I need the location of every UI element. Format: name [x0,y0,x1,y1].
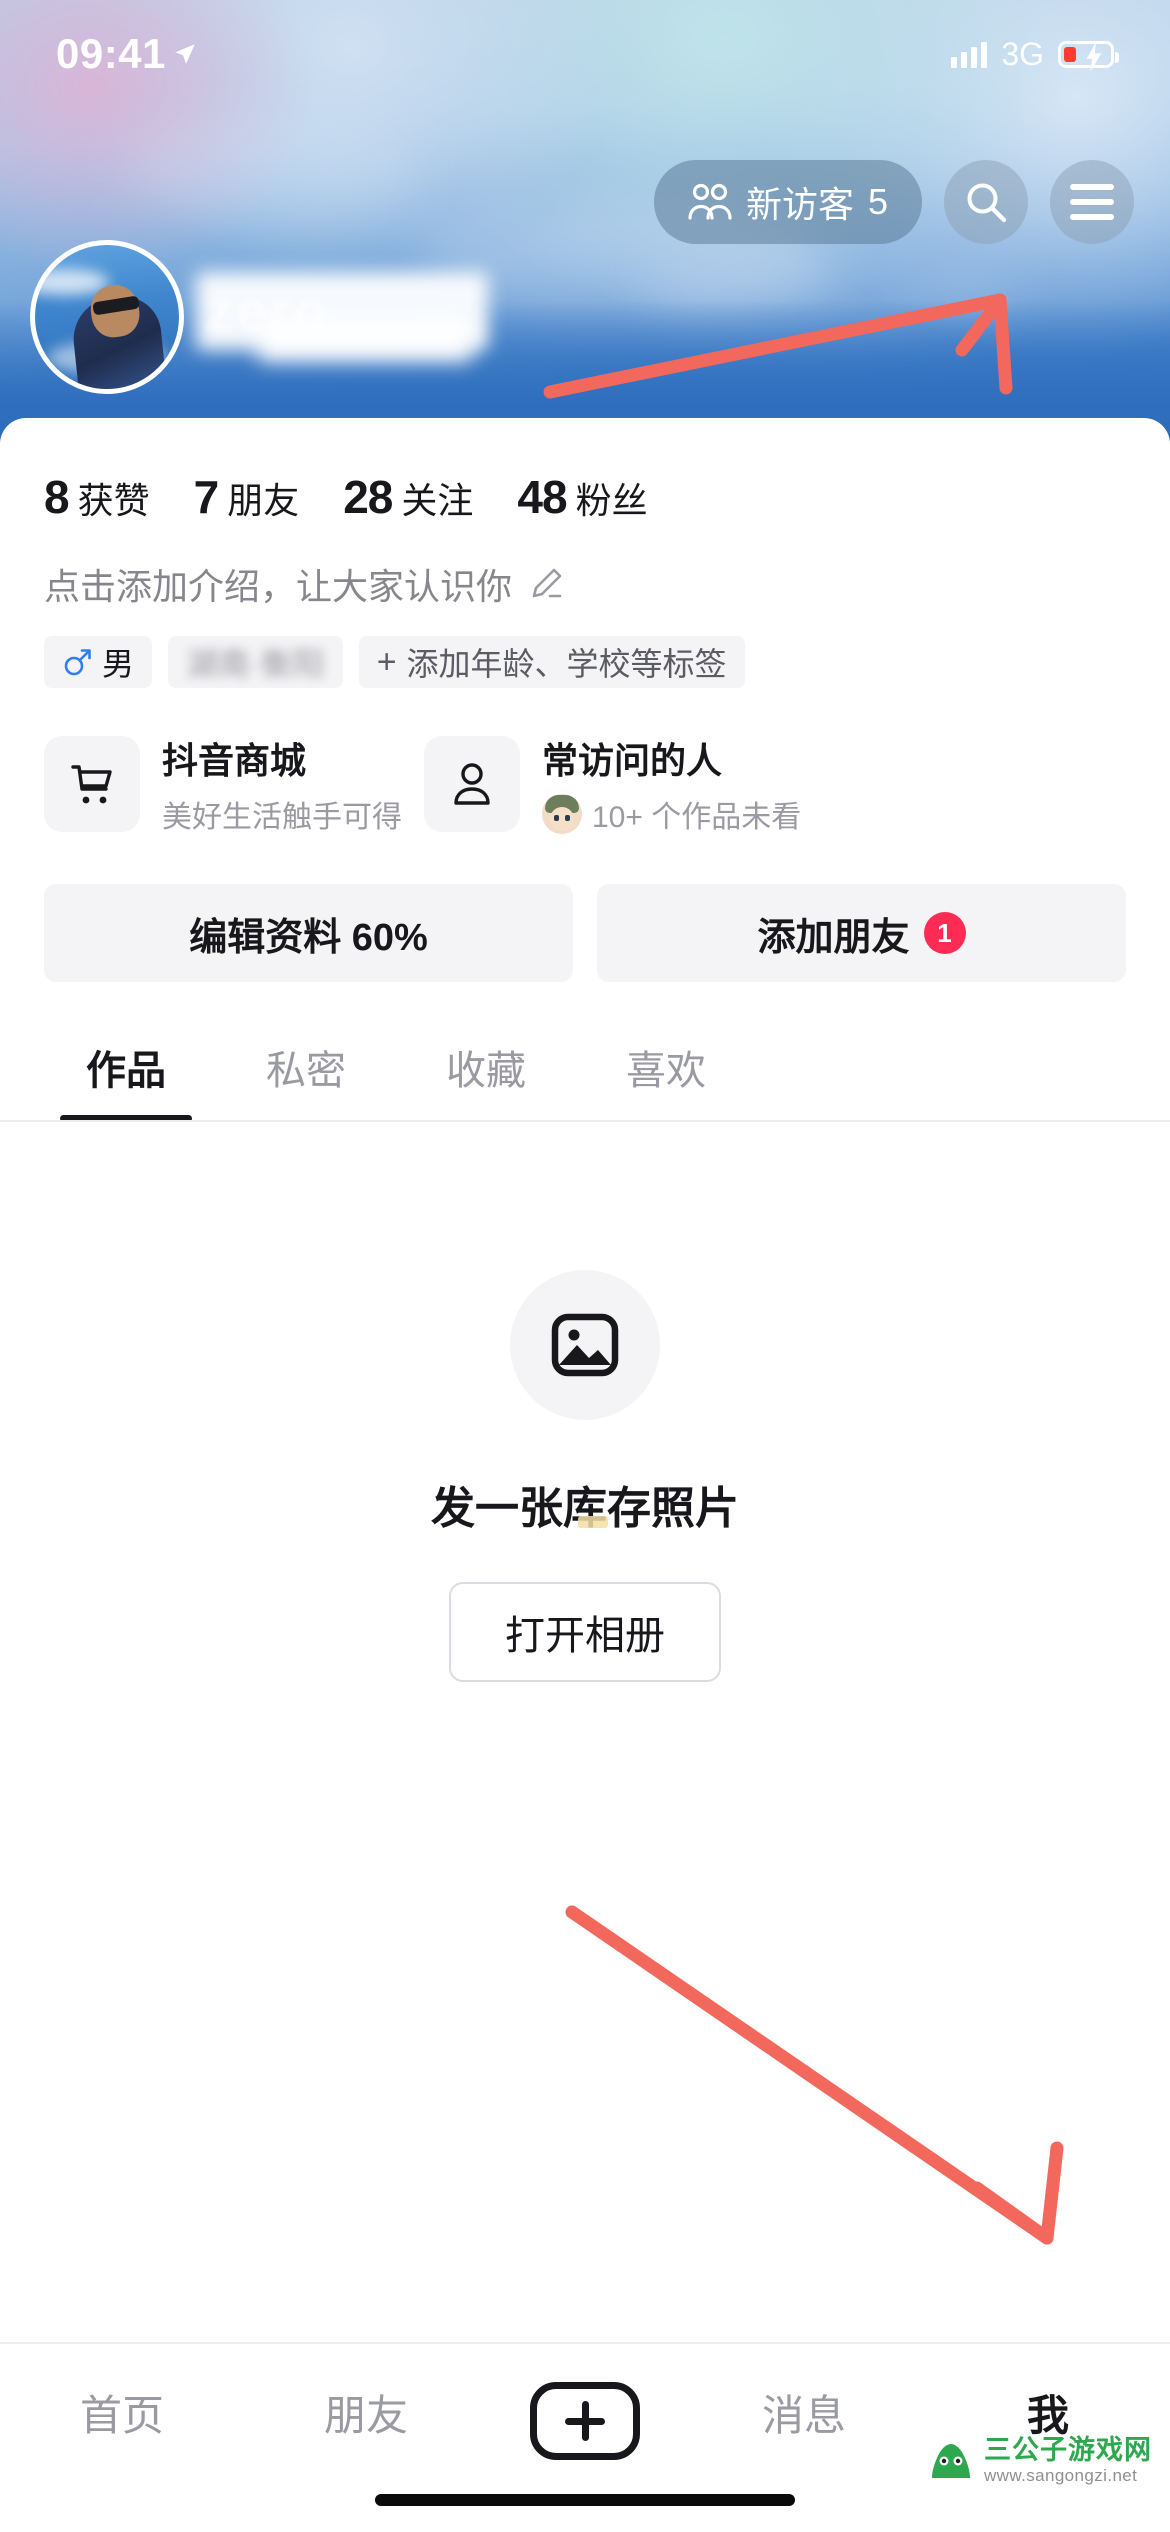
image-placeholder-icon [551,1313,619,1377]
tag-location-label: 湖南·衡阳 [186,646,325,682]
tabs-divider [0,1120,1170,1122]
display-name-blur-overlay [258,318,472,362]
open-album-button[interactable]: 打开相册 [449,1582,721,1682]
add-friends-label: 添加朋友 [757,916,910,959]
stat-value: 8 [44,471,70,523]
edit-profile-button[interactable]: 编辑资料 60% [44,884,573,982]
location-arrow-icon [175,44,195,64]
nav-item-home[interactable]: 首页 [42,2382,202,2443]
pencil-icon [532,568,562,598]
new-visitors-count: 5 [867,181,888,222]
watermark-texts: 三公子游戏网 www.sangongzi.net [984,2435,1152,2486]
person-icon [454,763,490,805]
two-people-icon [688,183,732,220]
plus-icon: + [376,643,397,681]
stat-label: 粉丝 [575,480,648,521]
card-frequent-visitors[interactable]: 常访问的人 10+ 个作品未看 [424,728,802,840]
status-badge: 1 [923,912,966,954]
edit-profile-label: 编辑资料 60% [189,916,428,959]
stat-label: 朋友 [227,480,300,521]
network-type: 3G [1001,35,1044,72]
card-title: 常访问的人 [542,740,723,781]
nav-item-create[interactable] [530,2382,640,2460]
open-album-label: 打开相册 [505,1614,665,1658]
status-bar-left: 09:41 [56,30,198,78]
menu-button[interactable] [1050,160,1134,244]
service-cards-row: 抖音商城 美好生活触手可得 常访问的人 10+ 个作品未看 [0,688,1170,840]
content-tabs: 作品 私密 收藏 喜欢 [0,982,1170,1122]
add-tags-label: 添加年龄、学校等标签 [406,646,727,682]
tag-gender[interactable]: 男 [44,636,153,688]
tag-location[interactable]: 湖南·衡阳 [168,636,343,688]
search-icon [967,183,1007,223]
nav-item-messages[interactable]: 消息 [724,2382,884,2443]
bio-row[interactable]: 点击添加介绍，让大家认识你 [0,524,1170,610]
tab-label: 作品 [86,1049,166,1093]
card-icon-wrap [44,736,140,832]
profile-action-buttons: 编辑资料 60% 添加朋友 1 [0,840,1170,982]
visitor-mini-avatar [542,794,582,834]
hamburger-menu-icon [1070,184,1114,220]
card-texts: 抖音商城 美好生活触手可得 [162,732,402,836]
plus-create-icon [565,2401,605,2441]
status-bar-right: 3G [951,35,1119,73]
card-icon-wrap [424,736,520,832]
profile-stats-row: 8 获赞 7 朋友 28 关注 48 粉丝 [0,418,1170,524]
card-subtitle-wrap: 10+ 个作品未看 [542,792,801,836]
male-symbol-icon [64,649,91,676]
tag-gender-label: 男 [102,646,135,682]
tab-label: 私密 [266,1049,346,1093]
tab-likes[interactable]: 喜欢 [576,1038,756,1122]
empty-state: 发一张库存照片 打开相册 [0,1122,1170,1682]
stat-likes[interactable]: 8 获赞 [44,470,150,524]
tab-label: 喜欢 [626,1049,706,1093]
add-tags-button[interactable]: + 添加年龄、学校等标签 [358,636,745,688]
empty-icon-wrap [510,1270,660,1420]
frog-logo-icon [932,2443,970,2478]
stat-value: 28 [343,471,393,523]
signal-bars-icon [951,40,988,68]
home-indicator [375,2494,795,2506]
profile-tags-row: 男 湖南·衡阳 + 添加年龄、学校等标签 [0,610,1170,688]
new-visitors-label: 新访客 [745,184,854,225]
stat-following[interactable]: 28 关注 [343,470,473,524]
stat-label: 获赞 [77,480,150,521]
watermark-url: www.sangongzi.net [984,2466,1138,2486]
card-subtitle: 10+ 个作品未看 [592,801,802,834]
card-texts: 常访问的人 10+ 个作品未看 [542,732,801,836]
stat-value: 48 [517,471,567,523]
stat-friends[interactable]: 7 朋友 [194,470,300,524]
avatar[interactable] [30,240,184,394]
site-watermark: 三公子游戏网 www.sangongzi.net [928,2435,1152,2486]
search-button[interactable] [944,160,1028,244]
bio-placeholder-text: 点击添加介绍，让大家认识你 [44,566,513,607]
nav-item-me[interactable]: 我 [968,2382,1128,2443]
charging-bolt-icon [1086,41,1102,72]
stat-followers[interactable]: 48 粉丝 [517,470,647,524]
stat-label: 关注 [401,480,474,521]
tab-private[interactable]: 私密 [216,1038,396,1122]
tab-works[interactable]: 作品 [36,1038,216,1122]
watermark-title: 三公子游戏网 [984,2435,1152,2466]
add-friends-button[interactable]: 添加朋友 1 [597,884,1126,982]
tab-label: 收藏 [446,1049,526,1093]
status-bar: 09:41 3G [0,0,1170,108]
card-title: 抖音商城 [162,740,307,781]
status-time: 09:41 [56,30,166,77]
battery-charging-icon [1058,40,1119,72]
profile-header-actions: 新访客 5 [653,160,1134,244]
tab-favorites[interactable]: 收藏 [396,1038,576,1122]
decorative-speck [578,1516,608,1528]
cover-cloud [120,120,420,230]
card-douyin-mall[interactable]: 抖音商城 美好生活触手可得 [44,728,402,840]
new-visitors-button[interactable]: 新访客 5 [653,160,922,244]
nav-item-friends[interactable]: 朋友 [286,2382,446,2443]
stat-value: 7 [193,471,220,523]
card-subtitle: 美好生活触手可得 [162,801,402,834]
profile-sheet: 8 获赞 7 朋友 28 关注 48 粉丝 点击添加介绍，让大家认识你 男 湖南… [0,418,1170,2532]
shopping-cart-icon [71,765,112,804]
